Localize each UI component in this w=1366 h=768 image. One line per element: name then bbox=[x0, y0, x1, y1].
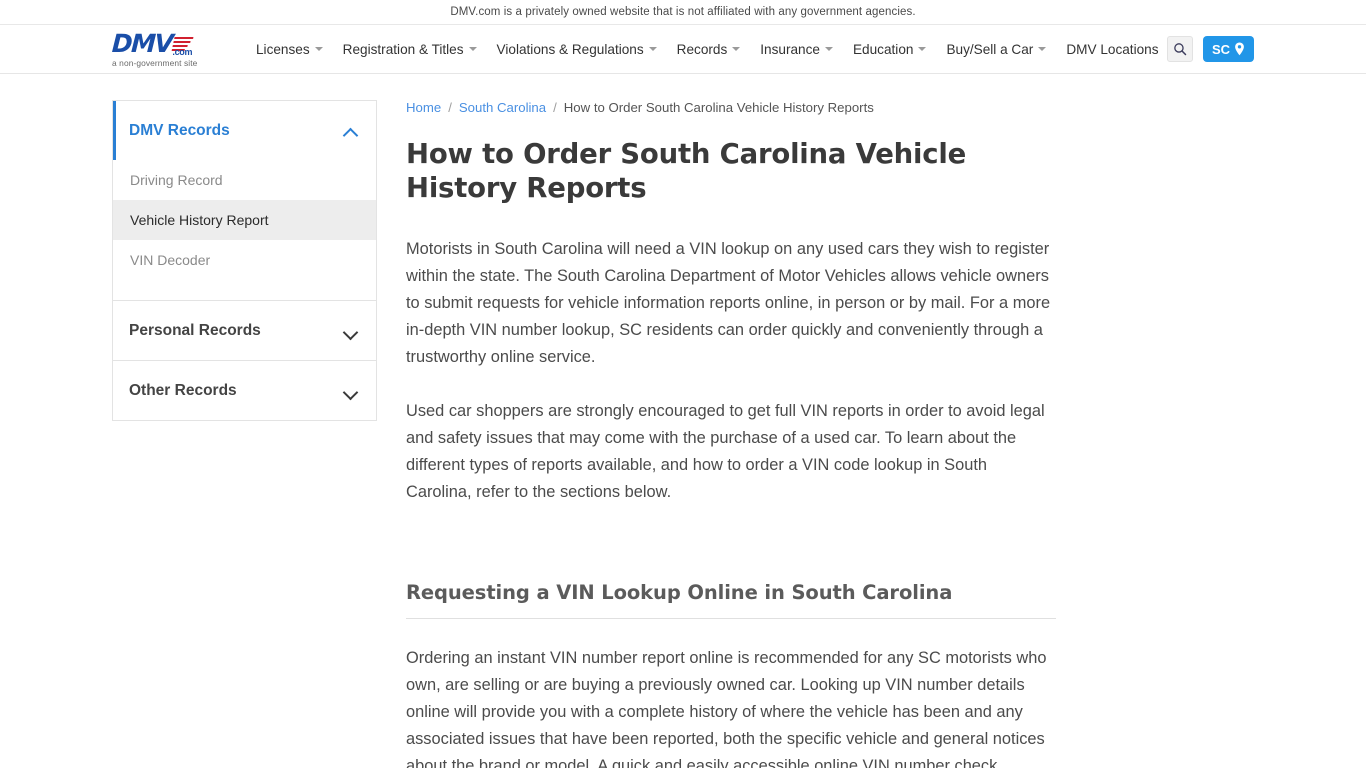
chevron-up-icon[interactable] bbox=[344, 126, 358, 135]
chevron-down-icon bbox=[1038, 47, 1047, 51]
main-navigation: Licenses Registration & Titles Violation… bbox=[246, 36, 1169, 63]
chevron-down-icon bbox=[314, 47, 323, 51]
nav-label: Records bbox=[676, 41, 728, 57]
search-icon bbox=[1174, 43, 1187, 56]
intro-paragraph-2: Used car shoppers are strongly encourage… bbox=[406, 401, 1045, 501]
chevron-down-icon[interactable] bbox=[344, 326, 358, 335]
sidebar-group-items-dmv-records: Driving Record Vehicle History Report VI… bbox=[113, 160, 376, 300]
chevron-down-icon bbox=[732, 47, 741, 51]
sidebar-item-label: Vehicle History Report bbox=[130, 212, 269, 228]
breadcrumb-link-south-carolina[interactable]: South Carolina bbox=[459, 100, 546, 115]
page-body: DMV Records Driving Record Vehicle Histo… bbox=[0, 74, 1366, 768]
nav-item-dmv-locations[interactable]: DMV Locations bbox=[1056, 36, 1168, 63]
sidebar-group-dmv-records: DMV Records Driving Record Vehicle Histo… bbox=[112, 100, 377, 300]
dmv-logo[interactable]: DMV .com a non-government site bbox=[111, 28, 224, 68]
nav-label: Education bbox=[852, 41, 914, 57]
chevron-down-icon bbox=[468, 47, 477, 51]
nav-label: Insurance bbox=[760, 41, 820, 57]
nav-item-insurance[interactable]: Insurance bbox=[750, 36, 843, 63]
sidebar-group-other-records: Other Records bbox=[112, 360, 377, 421]
state-abbreviation: SC bbox=[1211, 41, 1230, 57]
sidebar-item-label: Driving Record bbox=[130, 172, 223, 188]
breadcrumb: Home / South Carolina / How to Order Sou… bbox=[406, 100, 1056, 115]
header-actions: SC bbox=[1166, 36, 1254, 62]
breadcrumb-link-home[interactable]: Home bbox=[406, 100, 441, 115]
section-paragraph-1: Ordering an instant VIN number report on… bbox=[406, 648, 1047, 768]
sidebar-navigation: DMV Records Driving Record Vehicle Histo… bbox=[112, 100, 377, 768]
sidebar-group-title: Personal Records bbox=[129, 321, 261, 339]
logo-dotcom: .com bbox=[172, 46, 193, 57]
sidebar-item-vin-decoder[interactable]: VIN Decoder bbox=[113, 240, 376, 280]
section-heading-vin-lookup-online: Requesting a VIN Lookup Online in South … bbox=[406, 581, 1056, 619]
page-title: How to Order South Carolina Vehicle Hist… bbox=[406, 138, 967, 205]
chevron-down-icon bbox=[648, 47, 657, 51]
nav-item-education[interactable]: Education bbox=[843, 36, 936, 63]
sidebar-group-personal-records: Personal Records bbox=[112, 300, 377, 360]
logo-mark: DMV .com bbox=[111, 28, 194, 58]
breadcrumb-separator: / bbox=[553, 100, 557, 115]
chevron-down-icon bbox=[824, 47, 833, 51]
nav-label: DMV Locations bbox=[1066, 41, 1159, 57]
site-header: DMV .com a non-government site Licenses … bbox=[0, 24, 1366, 74]
sidebar-item-vehicle-history-report[interactable]: Vehicle History Report bbox=[113, 200, 376, 240]
sidebar-group-spacer bbox=[113, 280, 376, 300]
logo-tagline: a non-government site bbox=[112, 57, 198, 68]
search-button[interactable] bbox=[1166, 36, 1193, 62]
sidebar-group-title: DMV Records bbox=[129, 121, 230, 139]
nav-label: Registration & Titles bbox=[342, 41, 464, 57]
state-selector-button[interactable]: SC bbox=[1202, 36, 1254, 62]
logo-wordmark: DMV bbox=[111, 28, 173, 58]
site-disclaimer-bar: DMV.com is a privately owned website tha… bbox=[0, 0, 1366, 24]
nav-label: Licenses bbox=[256, 41, 310, 57]
breadcrumb-separator: / bbox=[448, 100, 452, 115]
intro-paragraph-1: Motorists in South Carolina will need a … bbox=[406, 239, 1051, 366]
location-pin-icon bbox=[1235, 42, 1244, 56]
sidebar-group-header-other-records[interactable]: Other Records bbox=[113, 361, 376, 420]
sidebar-group-title: Other Records bbox=[129, 381, 237, 399]
main-content: Home / South Carolina / How to Order Sou… bbox=[406, 100, 1196, 768]
sidebar-group-header-personal-records[interactable]: Personal Records bbox=[113, 301, 376, 360]
nav-item-records[interactable]: Records bbox=[667, 36, 751, 63]
nav-label: Violations & Regulations bbox=[496, 41, 644, 57]
breadcrumb-current-page: How to Order South Carolina Vehicle Hist… bbox=[563, 100, 874, 115]
nav-item-violations-regulations[interactable]: Violations & Regulations bbox=[487, 36, 667, 63]
nav-item-buy-sell-a-car[interactable]: Buy/Sell a Car bbox=[936, 36, 1056, 63]
nav-label: Buy/Sell a Car bbox=[946, 41, 1034, 57]
nav-item-licenses[interactable]: Licenses bbox=[246, 36, 333, 63]
chevron-down-icon bbox=[918, 47, 927, 51]
chevron-down-icon[interactable] bbox=[344, 386, 358, 395]
nav-item-registration-titles[interactable]: Registration & Titles bbox=[333, 36, 487, 63]
sidebar-group-header-dmv-records[interactable]: DMV Records bbox=[113, 101, 376, 160]
sidebar-item-label: VIN Decoder bbox=[130, 252, 211, 268]
disclaimer-text: DMV.com is a privately owned website tha… bbox=[450, 6, 916, 18]
sidebar-item-driving-record[interactable]: Driving Record bbox=[113, 160, 376, 200]
